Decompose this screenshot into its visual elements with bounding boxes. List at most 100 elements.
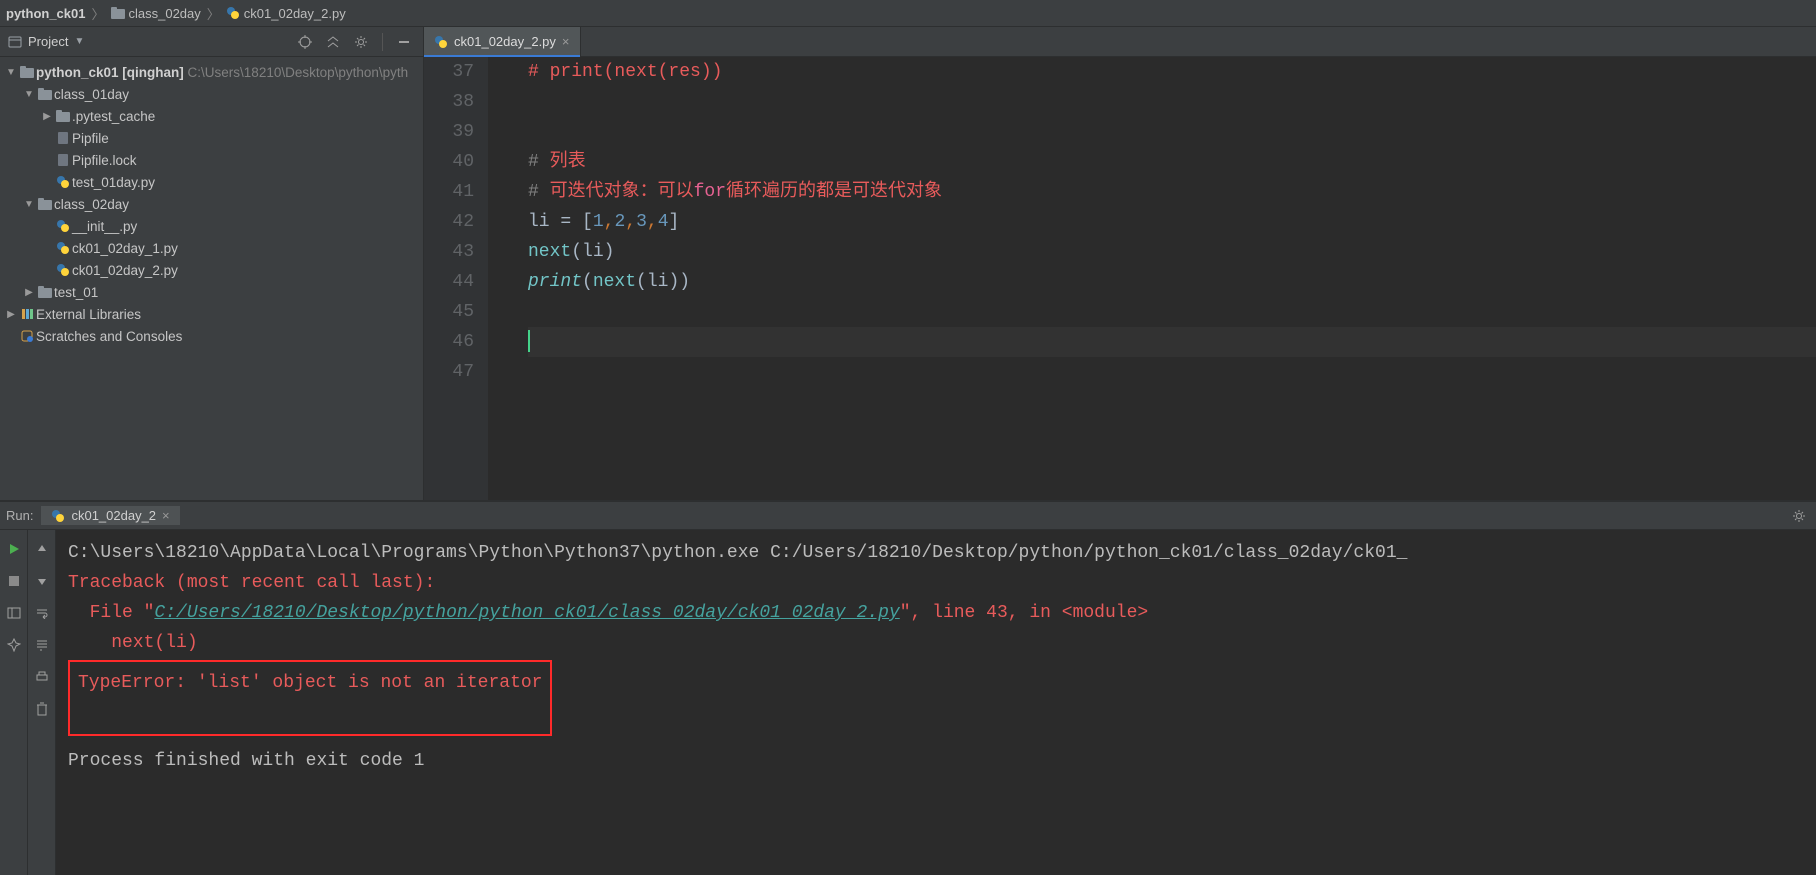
- soft-wrap-button[interactable]: [31, 602, 53, 624]
- tree-item-label: ck01_02day_2.py: [72, 263, 178, 278]
- sidebar-title-label: Project: [28, 34, 68, 49]
- console-link[interactable]: C:/Users/18210/Desktop/python/python_ck0…: [154, 603, 899, 623]
- tree-file[interactable]: Pipfile.lock: [0, 149, 423, 171]
- tree-item-label: Pipfile: [72, 131, 109, 146]
- run-tab-label: ck01_02day_2: [71, 508, 156, 523]
- tree-python-file[interactable]: ck01_02day_2.py: [0, 259, 423, 281]
- file-icon: [54, 153, 72, 167]
- sidebar-title[interactable]: Project ▼: [8, 34, 288, 49]
- tree-item-label: Pipfile.lock: [72, 153, 137, 168]
- editor-tabbar: ck01_02day_2.py ×: [424, 27, 1816, 57]
- tree-item-label: ck01_02day_1.py: [72, 241, 178, 256]
- python-file-icon: [54, 241, 72, 255]
- tree-folder[interactable]: ▼class_01day: [0, 83, 423, 105]
- python-file-icon: [54, 175, 72, 189]
- hide-button[interactable]: [393, 31, 415, 53]
- breadcrumb-item-project[interactable]: python_ck01: [6, 6, 85, 21]
- code-text: =: [560, 212, 571, 232]
- tree-item-label: class_02day: [54, 197, 129, 212]
- layout-button[interactable]: [3, 602, 25, 624]
- pin-button[interactable]: [3, 634, 25, 656]
- chevron-down-icon: ▼: [22, 89, 36, 100]
- chevron-right-icon: ▶: [40, 111, 54, 122]
- chevron-right-icon: 〉: [205, 4, 222, 23]
- stop-button[interactable]: [3, 570, 25, 592]
- trash-button[interactable]: [31, 698, 53, 720]
- console-line: next(li): [68, 628, 1804, 658]
- tree-item-label: test_01day.py: [72, 175, 155, 190]
- breadcrumb-item-file[interactable]: ck01_02day_2.py: [226, 6, 346, 21]
- rerun-button[interactable]: [3, 538, 25, 560]
- divider: [382, 33, 383, 51]
- chevron-down-icon: ▼: [22, 199, 36, 210]
- code-text: 4: [658, 212, 669, 232]
- tree-python-file[interactable]: ck01_02day_1.py: [0, 237, 423, 259]
- tree-file[interactable]: Pipfile: [0, 127, 423, 149]
- editor-tab[interactable]: ck01_02day_2.py ×: [424, 27, 581, 56]
- tree-folder[interactable]: ▶test_01: [0, 281, 423, 303]
- run-tab[interactable]: ck01_02day_2 ×: [41, 506, 179, 525]
- breadcrumb-item-folder[interactable]: class_02day: [111, 6, 201, 21]
- scroll-to-end-button[interactable]: [31, 634, 53, 656]
- settings-button[interactable]: [1788, 505, 1810, 527]
- run-header: Run: ck01_02day_2 ×: [0, 502, 1816, 530]
- tree-folder[interactable]: ▶ .pytest_cache: [0, 105, 423, 127]
- console-line: Process finished with exit code 1: [68, 746, 1804, 776]
- code-text: #: [528, 182, 550, 202]
- code-editor[interactable]: 3738394041424344454647 # print(next(res)…: [424, 57, 1816, 500]
- python-file-icon: [51, 509, 65, 523]
- tree-item-path: C:\Users\18210\Desktop\python\pyth: [188, 65, 409, 80]
- console-output[interactable]: C:\Users\18210\AppData\Local\Programs\Py…: [56, 530, 1816, 875]
- code-text: li: [528, 212, 560, 232]
- run-label: Run:: [6, 508, 33, 523]
- close-icon[interactable]: ×: [562, 34, 570, 49]
- up-button[interactable]: [31, 538, 53, 560]
- code-text: (li)): [636, 272, 690, 292]
- tree-python-file[interactable]: test_01day.py: [0, 171, 423, 193]
- code-text: 3: [636, 212, 647, 232]
- tree-scratches[interactable]: Scratches and Consoles: [0, 325, 423, 347]
- tree-item-label: External Libraries: [36, 307, 141, 322]
- locate-button[interactable]: [294, 31, 316, 53]
- tree-external-libs[interactable]: ▶ External Libraries: [0, 303, 423, 325]
- project-view-icon: [8, 35, 22, 49]
- breadcrumb-label: ck01_02day_2.py: [244, 6, 346, 21]
- tree-root[interactable]: ▼ python_ck01 [qinghan] C:\Users\18210\D…: [0, 61, 423, 83]
- code-text: (li): [571, 242, 614, 262]
- file-icon: [54, 131, 72, 145]
- console-line: C:\Users\18210\AppData\Local\Programs\Py…: [68, 538, 1804, 568]
- console-line: File ": [68, 603, 154, 623]
- collapse-all-button[interactable]: [322, 31, 344, 53]
- code-text: 2: [614, 212, 625, 232]
- error-highlight: TypeError: 'list' object is not an itera…: [68, 660, 552, 736]
- code-text: (: [582, 272, 593, 292]
- close-icon[interactable]: ×: [162, 508, 170, 523]
- code-content[interactable]: # print(next(res)) # 列表 # 可迭代对象：可以for循环遍…: [488, 57, 1816, 500]
- code-text: next: [593, 272, 636, 292]
- breadcrumb-label: class_02day: [129, 6, 201, 21]
- project-tree[interactable]: ▼ python_ck01 [qinghan] C:\Users\18210\D…: [0, 57, 423, 500]
- tree-folder[interactable]: ▼ class_02day: [0, 193, 423, 215]
- code-text: [: [571, 212, 593, 232]
- python-file-icon: [54, 219, 72, 233]
- run-panel: Run: ck01_02day_2 ×: [0, 500, 1816, 875]
- code-text: 1: [593, 212, 604, 232]
- caret: [528, 330, 530, 352]
- folder-icon: [36, 88, 54, 100]
- run-toolbar-left: [0, 530, 28, 875]
- tree-item-label: .pytest_cache: [72, 109, 155, 124]
- current-line: [528, 327, 1816, 357]
- code-text: for: [694, 182, 726, 202]
- chevron-down-icon: ▼: [74, 36, 84, 47]
- folder-icon: [111, 7, 125, 19]
- code-text: 循环遍历的都是可迭代对象: [726, 182, 942, 202]
- chevron-right-icon: ▶: [4, 309, 18, 320]
- code-text: ]: [669, 212, 680, 232]
- print-button[interactable]: [31, 666, 53, 688]
- tree-item-label: __init__.py: [72, 219, 137, 234]
- down-button[interactable]: [31, 570, 53, 592]
- settings-button[interactable]: [350, 31, 372, 53]
- tree-python-file[interactable]: __init__.py: [0, 215, 423, 237]
- breadcrumb: python_ck01 〉 class_02day 〉 ck01_02day_2…: [0, 0, 1816, 26]
- console-line: ", line 43, in <module>: [900, 603, 1148, 623]
